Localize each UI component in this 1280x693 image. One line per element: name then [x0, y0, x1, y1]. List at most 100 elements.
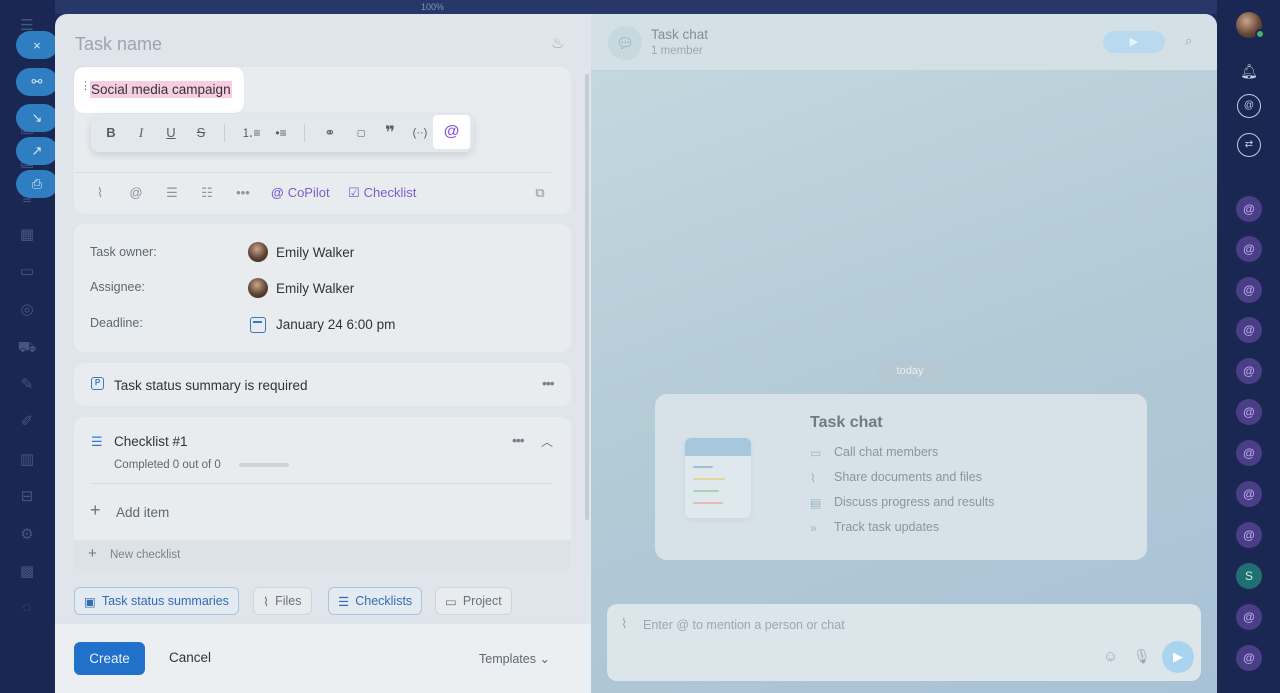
- zoom-level: 100%: [421, 2, 445, 12]
- pen-icon[interactable]: ✐: [17, 412, 37, 432]
- bullet-list-icon[interactable]: •≡: [271, 123, 291, 143]
- checklist-divider: [91, 483, 553, 484]
- drive-icon[interactable]: ▭: [17, 262, 37, 282]
- send-button[interactable]: ▶: [1162, 641, 1194, 673]
- forward-icon: »: [810, 521, 817, 535]
- print-button[interactable]: ⎙: [16, 170, 58, 198]
- scrollbar[interactable]: [585, 74, 589, 520]
- copilot-chat-avatar[interactable]: @: [1236, 317, 1262, 343]
- checklist-more-icon[interactable]: •••: [512, 432, 525, 448]
- chat-member-count[interactable]: 1 member: [651, 45, 703, 57]
- copilot-chat-avatar[interactable]: @: [1236, 440, 1262, 466]
- checklist-link[interactable]: ☑ Checklist: [348, 185, 416, 201]
- strikethrough-icon[interactable]: S: [191, 123, 211, 143]
- checklist-icon: ☰: [91, 434, 103, 449]
- chat-intro-card: Task chat ▭ Call chat members ⌇ Share do…: [655, 394, 1147, 560]
- deadline-value[interactable]: January 24 6:00 pm: [276, 317, 395, 332]
- task-owner-value[interactable]: Emily Walker: [276, 245, 354, 260]
- chip-label: Checklists: [355, 594, 413, 608]
- attach-icon[interactable]: ⌇: [621, 616, 627, 632]
- copilot-chat-avatar[interactable]: @: [1236, 481, 1262, 507]
- message-composer: ⌇ ☺ 🎙︎ ▶: [607, 604, 1201, 681]
- task-title-text[interactable]: Social media campaign: [90, 81, 232, 98]
- chart-icon[interactable]: ▥: [17, 450, 37, 470]
- status-summary-text: Task status summary is required: [114, 378, 308, 393]
- open-new-window-button[interactable]: ↗: [16, 137, 58, 165]
- table-icon[interactable]: ⊟: [17, 487, 37, 507]
- checklist-title[interactable]: Checklist #1: [114, 434, 188, 449]
- mention-icon[interactable]: @: [127, 184, 145, 202]
- bullet-list-icon[interactable]: ☰: [163, 184, 181, 202]
- plus-icon[interactable]: +: [88, 545, 97, 562]
- copilot-chat-avatar[interactable]: @: [1236, 277, 1262, 303]
- status-more-icon[interactable]: •••: [542, 375, 555, 391]
- target-icon[interactable]: ◎: [17, 300, 37, 320]
- attach-icon[interactable]: ⌇: [91, 184, 109, 202]
- cart-icon[interactable]: ⛟: [17, 338, 37, 358]
- task-form: Task name ♨ ⋮⋮ Social media campaign B I…: [55, 14, 591, 693]
- link-icon[interactable]: ⚭: [320, 123, 340, 143]
- code-icon[interactable]: (··): [410, 123, 430, 143]
- copilot-icon: @: [271, 185, 284, 200]
- copy-link-button[interactable]: ⚯: [16, 68, 58, 96]
- copilot-link[interactable]: @ CoPilot: [271, 185, 330, 200]
- owner-avatar[interactable]: [248, 242, 268, 262]
- copilot-chat-avatar[interactable]: @: [1236, 236, 1262, 262]
- underline-icon[interactable]: U: [161, 123, 181, 143]
- copilot-toolbar-button[interactable]: @: [433, 115, 470, 149]
- chat-switch-icon[interactable]: ⇄: [1237, 133, 1261, 157]
- expand-editor-icon[interactable]: ⧉: [531, 184, 549, 202]
- chip-files[interactable]: ⌇ Files: [253, 587, 312, 615]
- calendar-icon[interactable]: ▦: [17, 225, 37, 245]
- emoji-icon[interactable]: ☺: [1103, 648, 1118, 665]
- minimize-button[interactable]: ↘: [16, 104, 58, 132]
- copilot-chat-avatar[interactable]: @: [1236, 604, 1262, 630]
- copilot-chat-avatar[interactable]: @: [1236, 358, 1262, 384]
- bell-icon[interactable]: 🔔︎: [1237, 59, 1261, 83]
- copilot-chat-avatar[interactable]: @: [1236, 196, 1262, 222]
- search-icon[interactable]: ⌕: [1185, 33, 1192, 49]
- bold-icon[interactable]: B: [101, 123, 121, 143]
- numbered-list-icon[interactable]: ⒈≡: [241, 123, 261, 143]
- video-call-button[interactable]: ▶: [1103, 31, 1165, 53]
- gear-icon[interactable]: ⚙: [17, 525, 37, 545]
- chevron-up-icon[interactable]: ︿: [541, 433, 553, 450]
- date-divider-badge: today: [877, 360, 943, 382]
- more-icon[interactable]: •••: [234, 184, 252, 202]
- editor-divider: [75, 172, 552, 173]
- italic-icon[interactable]: I: [131, 123, 151, 143]
- grid-icon[interactable]: ▩: [17, 562, 37, 582]
- intro-title: Task chat: [810, 414, 883, 431]
- chat-header: 💬︎ Task chat 1 member ▶ ⌕: [591, 14, 1217, 71]
- chip-task-status-summaries[interactable]: ▣ Task status summaries: [74, 587, 239, 615]
- task-title-block[interactable]: ⋮⋮ Social media campaign: [74, 67, 244, 113]
- globe-icon[interactable]: ◌: [17, 598, 37, 618]
- new-checklist-button[interactable]: New checklist: [110, 549, 180, 561]
- drag-handle-icon[interactable]: ⋮⋮: [80, 81, 101, 92]
- quote-icon[interactable]: ❞: [380, 123, 400, 143]
- copilot-icon: @: [443, 123, 460, 140]
- numbered-list-icon[interactable]: ☷: [198, 184, 216, 202]
- plus-icon[interactable]: +: [90, 500, 101, 521]
- copilot-icon[interactable]: @: [1237, 94, 1261, 118]
- close-button[interactable]: ×: [16, 31, 58, 59]
- message-input[interactable]: [643, 618, 1043, 632]
- microphone-icon[interactable]: 🎙︎: [1133, 648, 1151, 665]
- assignee-avatar[interactable]: [248, 278, 268, 298]
- assignee-value[interactable]: Emily Walker: [276, 281, 354, 296]
- edit-icon[interactable]: ✎: [17, 375, 37, 395]
- add-item-button[interactable]: Add item: [116, 505, 169, 520]
- flame-icon[interactable]: ♨: [551, 34, 569, 52]
- copilot-chat-avatar[interactable]: @: [1236, 522, 1262, 548]
- chip-checklists[interactable]: ☰ Checklists: [328, 587, 423, 615]
- copilot-chat-avatar[interactable]: @: [1236, 645, 1262, 671]
- copilot-chat-avatar[interactable]: @: [1236, 399, 1262, 425]
- cancel-button[interactable]: Cancel: [169, 650, 211, 665]
- templates-button[interactable]: Templates ⌄: [479, 651, 550, 666]
- chat-avatar-s[interactable]: S: [1236, 563, 1262, 589]
- task-name-placeholder[interactable]: Task name: [75, 34, 162, 55]
- chip-project[interactable]: ▭ Project: [435, 587, 512, 615]
- spoiler-icon[interactable]: ▢: [351, 123, 371, 143]
- chat-title: Task chat: [651, 27, 709, 42]
- create-button[interactable]: Create: [74, 642, 145, 675]
